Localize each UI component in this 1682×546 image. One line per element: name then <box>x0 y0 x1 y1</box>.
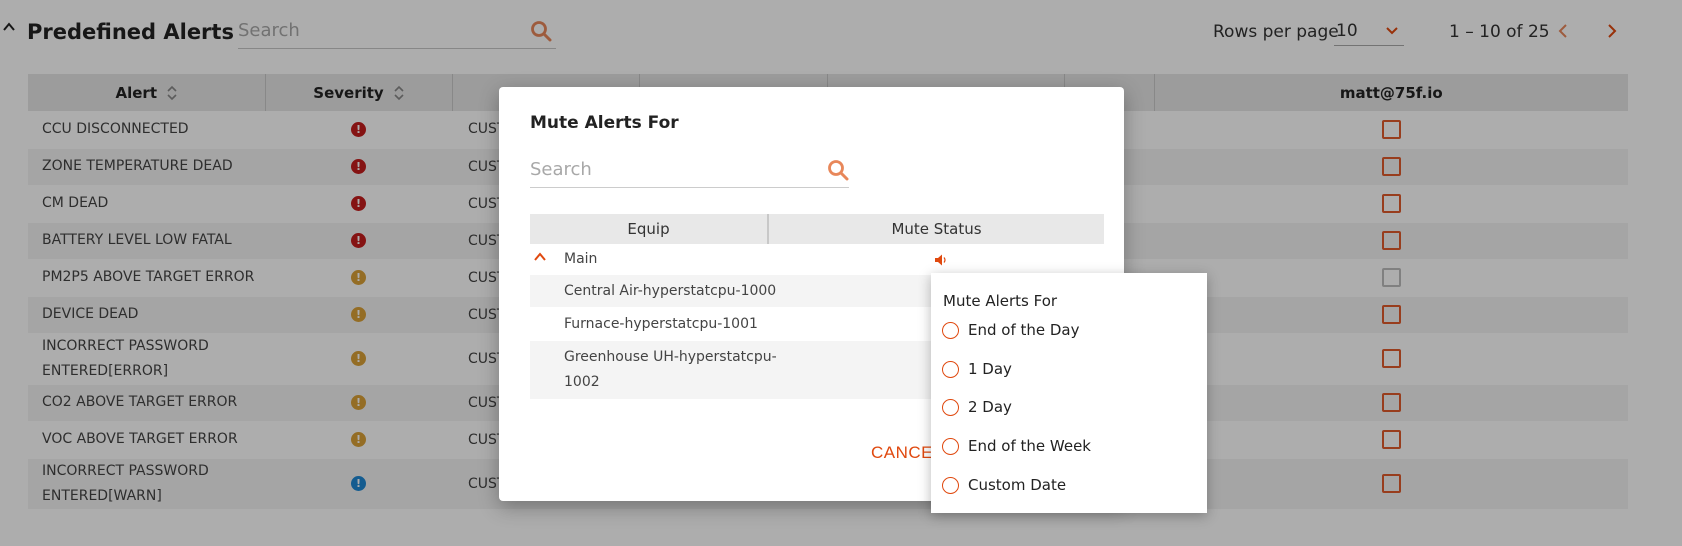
option-end-of-week[interactable]: End of the Week <box>942 437 1091 455</box>
option-label: End of the Day <box>968 321 1080 339</box>
column-header-mute-status: Mute Status <box>891 220 982 238</box>
chevron-up-icon[interactable] <box>534 252 546 262</box>
radio-button[interactable] <box>942 437 959 455</box>
radio-button[interactable] <box>942 476 959 494</box>
equip-table-header: Equip Mute Status <box>530 214 1104 244</box>
dialog-search-input[interactable] <box>530 153 810 186</box>
option-2-day[interactable]: 2 Day <box>942 398 1012 416</box>
radio-button[interactable] <box>942 398 959 416</box>
equip-name: Greenhouse UH-hyperstatcpu-1002 <box>564 349 777 390</box>
speaker-icon[interactable] <box>934 253 948 267</box>
column-header-equip: Equip <box>530 214 769 244</box>
radio-button[interactable] <box>942 321 959 339</box>
option-label: 2 Day <box>968 398 1012 416</box>
option-custom-date[interactable]: Custom Date <box>942 476 1066 494</box>
dialog-search-bar <box>530 153 849 188</box>
equip-name: Central Air-hyperstatcpu-1000 <box>564 282 777 299</box>
option-label: Custom Date <box>968 476 1067 494</box>
radio-button[interactable] <box>942 360 959 378</box>
option-label: End of the Week <box>968 437 1091 455</box>
mute-duration-popover: Mute Alerts For End of the Day 1 Day 2 D… <box>931 273 1207 513</box>
equip-name: Furnace-hyperstatcpu-1001 <box>564 315 758 332</box>
equip-group-row[interactable]: Main <box>530 244 1104 275</box>
equip-group-name: Main <box>564 251 598 267</box>
search-icon[interactable] <box>827 159 849 181</box>
option-1-day[interactable]: 1 Day <box>942 360 1012 378</box>
popover-title: Mute Alerts For <box>943 292 1058 310</box>
option-end-of-day[interactable]: End of the Day <box>942 321 1080 339</box>
dialog-title: Mute Alerts For <box>530 113 679 133</box>
option-label: 1 Day <box>968 360 1012 378</box>
cancel-button[interactable]: CANCE <box>871 443 933 463</box>
